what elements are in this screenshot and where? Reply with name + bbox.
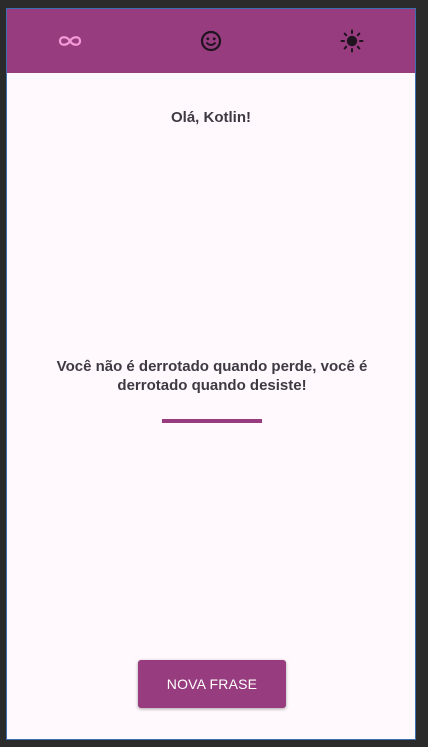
tab-sun[interactable] bbox=[339, 28, 365, 54]
top-tab-bar bbox=[7, 9, 415, 73]
quote-divider bbox=[162, 419, 262, 423]
app-screen: Olá, Kotlin! Você não é derrotado quando… bbox=[6, 8, 416, 740]
tab-infinity[interactable] bbox=[57, 28, 83, 54]
tab-smiley[interactable] bbox=[198, 28, 224, 54]
smiley-face-icon bbox=[200, 30, 222, 52]
infinity-icon bbox=[58, 36, 82, 46]
new-phrase-button[interactable]: NOVA FRASE bbox=[138, 660, 286, 708]
sun-icon bbox=[340, 29, 364, 53]
quote-text: Você não é derrotado quando perde, você … bbox=[56, 358, 368, 394]
greeting-title: Olá, Kotlin! bbox=[171, 109, 251, 126]
